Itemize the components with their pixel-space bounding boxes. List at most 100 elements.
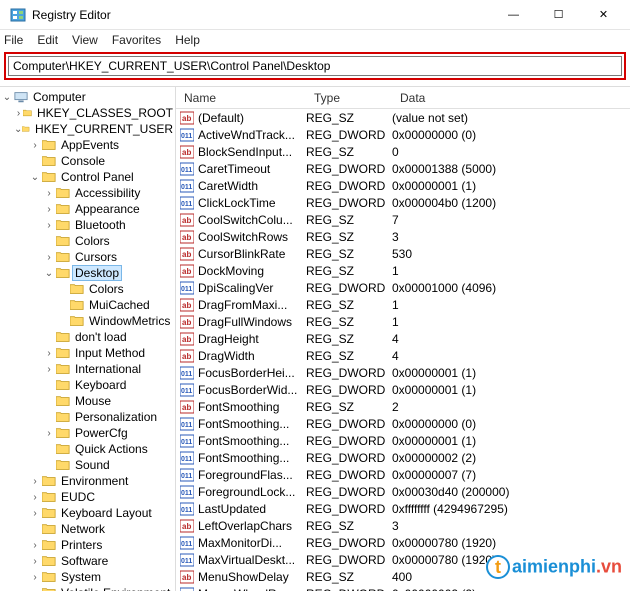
col-data[interactable]: Data xyxy=(392,89,630,107)
expand-toggle[interactable]: › xyxy=(28,140,42,151)
tree-node[interactable]: Colors xyxy=(0,233,175,249)
value-row[interactable]: abDragFromMaxi...REG_SZ1 xyxy=(176,296,630,313)
address-bar[interactable]: Computer\HKEY_CURRENT_USER\Control Panel… xyxy=(8,56,622,76)
value-row[interactable]: 011ActiveWndTrack...REG_DWORD0x00000000 … xyxy=(176,126,630,143)
value-row[interactable]: 011CaretTimeoutREG_DWORD0x00001388 (5000… xyxy=(176,160,630,177)
tree-node[interactable]: ›Input Method xyxy=(0,345,175,361)
tree-node[interactable]: ›AppEvents xyxy=(0,137,175,153)
tree-node[interactable]: Quick Actions xyxy=(0,441,175,457)
value-row[interactable]: 011FocusBorderHei...REG_DWORD0x00000001 … xyxy=(176,364,630,381)
registry-tree[interactable]: ⌄Computer›HKEY_CLASSES_ROOT⌄HKEY_CURRENT… xyxy=(0,87,176,591)
tree-node[interactable]: ›Bluetooth xyxy=(0,217,175,233)
value-row[interactable]: 011DpiScalingVerREG_DWORD0x00001000 (409… xyxy=(176,279,630,296)
value-type: REG_SZ xyxy=(306,315,392,329)
tree-node[interactable]: WindowMetrics xyxy=(0,313,175,329)
tree-node[interactable]: Personalization xyxy=(0,409,175,425)
tree-node[interactable]: ›Environment xyxy=(0,473,175,489)
value-row[interactable]: abDragHeightREG_SZ4 xyxy=(176,330,630,347)
tree-node[interactable]: ›Appearance xyxy=(0,201,175,217)
folder-icon xyxy=(56,203,70,215)
expand-toggle[interactable]: › xyxy=(42,188,56,199)
tree-node[interactable]: Mouse xyxy=(0,393,175,409)
tree-node[interactable]: ⌄HKEY_CURRENT_USER xyxy=(0,121,175,137)
expand-toggle[interactable]: › xyxy=(42,428,56,439)
tree-node[interactable]: ›Cursors xyxy=(0,249,175,265)
value-row[interactable]: abDragWidthREG_SZ4 xyxy=(176,347,630,364)
expand-toggle[interactable]: › xyxy=(42,364,56,375)
tree-node[interactable]: ›Accessibility xyxy=(0,185,175,201)
value-row[interactable]: abBlockSendInput...REG_SZ0 xyxy=(176,143,630,160)
tree-node[interactable]: MuiCached xyxy=(0,297,175,313)
tree-node[interactable]: ›EUDC xyxy=(0,489,175,505)
close-button[interactable]: ✕ xyxy=(581,1,626,29)
value-row[interactable]: 011CaretWidthREG_DWORD0x00000001 (1) xyxy=(176,177,630,194)
value-row[interactable]: abFontSmoothingREG_SZ2 xyxy=(176,398,630,415)
tree-node[interactable]: ›PowerCfg xyxy=(0,425,175,441)
expand-toggle[interactable]: › xyxy=(42,220,56,231)
expand-toggle[interactable]: ⌄ xyxy=(28,172,42,183)
menu-edit[interactable]: Edit xyxy=(37,33,58,47)
expand-toggle[interactable]: ⌄ xyxy=(14,124,22,135)
expand-toggle[interactable]: › xyxy=(28,572,42,583)
folder-icon xyxy=(42,571,56,583)
menu-help[interactable]: Help xyxy=(175,33,200,47)
expand-toggle[interactable]: › xyxy=(28,508,42,519)
value-row[interactable]: 011ForegroundLock...REG_DWORD0x00030d40 … xyxy=(176,483,630,500)
tree-node[interactable]: don't load xyxy=(0,329,175,345)
value-row[interactable]: 011ClickLockTimeREG_DWORD0x000004b0 (120… xyxy=(176,194,630,211)
value-row[interactable]: 011FontSmoothing...REG_DWORD0x00000002 (… xyxy=(176,449,630,466)
tree-node[interactable]: ⌄Computer xyxy=(0,89,175,105)
tree-node[interactable]: Volatile Environment xyxy=(0,585,175,591)
value-row[interactable]: abDragFullWindowsREG_SZ1 xyxy=(176,313,630,330)
value-row[interactable]: 011MaxMonitorDi...REG_DWORD0x00000780 (1… xyxy=(176,534,630,551)
binary-value-icon: 011 xyxy=(180,366,194,380)
expand-toggle[interactable]: › xyxy=(14,108,23,119)
values-list[interactable]: Name Type Data ab(Default)REG_SZ(value n… xyxy=(176,87,630,591)
tree-node[interactable]: Sound xyxy=(0,457,175,473)
maximize-button[interactable]: ☐ xyxy=(536,1,581,29)
value-row[interactable]: abCursorBlinkRateREG_SZ530 xyxy=(176,245,630,262)
expand-toggle[interactable]: › xyxy=(42,204,56,215)
expand-toggle[interactable]: › xyxy=(28,556,42,567)
value-row[interactable]: abLeftOverlapCharsREG_SZ3 xyxy=(176,517,630,534)
tree-node[interactable]: ⌄Control Panel xyxy=(0,169,175,185)
tree-node[interactable]: ⌄Desktop xyxy=(0,265,175,281)
expand-toggle[interactable]: ⌄ xyxy=(42,268,56,279)
value-row[interactable]: abCoolSwitchColu...REG_SZ7 xyxy=(176,211,630,228)
menu-favorites[interactable]: Favorites xyxy=(112,33,161,47)
menu-file[interactable]: File xyxy=(4,33,23,47)
tree-node[interactable]: Console xyxy=(0,153,175,169)
tree-node[interactable]: Keyboard xyxy=(0,377,175,393)
value-row[interactable]: 011FontSmoothing...REG_DWORD0x00000001 (… xyxy=(176,432,630,449)
value-name: CaretWidth xyxy=(198,179,258,193)
tree-node[interactable]: ›Printers xyxy=(0,537,175,553)
expand-toggle[interactable]: › xyxy=(28,492,42,503)
value-row[interactable]: 011LastUpdatedREG_DWORD0xffffffff (42949… xyxy=(176,500,630,517)
expand-toggle[interactable]: › xyxy=(42,252,56,263)
expand-toggle[interactable]: › xyxy=(28,540,42,551)
value-row[interactable]: 011FontSmoothing...REG_DWORD0x00000000 (… xyxy=(176,415,630,432)
tree-node[interactable]: ›International xyxy=(0,361,175,377)
value-row[interactable]: 011FocusBorderWid...REG_DWORD0x00000001 … xyxy=(176,381,630,398)
value-row[interactable]: ab(Default)REG_SZ(value not set) xyxy=(176,109,630,126)
value-row[interactable]: abCoolSwitchRowsREG_SZ3 xyxy=(176,228,630,245)
menu-view[interactable]: View xyxy=(72,33,98,47)
expand-toggle[interactable]: ⌄ xyxy=(0,92,14,103)
col-type[interactable]: Type xyxy=(306,89,392,107)
svg-text:011: 011 xyxy=(181,371,192,378)
tree-node[interactable]: ›System xyxy=(0,569,175,585)
tree-node[interactable]: Colors xyxy=(0,281,175,297)
tree-node[interactable]: ›HKEY_CLASSES_ROOT xyxy=(0,105,175,121)
tree-node[interactable]: ›Software xyxy=(0,553,175,569)
expand-toggle[interactable]: › xyxy=(28,476,42,487)
value-row[interactable]: 011MouseWheelRo...REG_DWORD0x00000002 (2… xyxy=(176,585,630,591)
col-name[interactable]: Name xyxy=(176,89,306,107)
folder-icon xyxy=(42,171,56,183)
minimize-button[interactable]: — xyxy=(491,1,536,29)
expand-toggle[interactable]: › xyxy=(42,348,56,359)
tree-node[interactable]: Network xyxy=(0,521,175,537)
value-row[interactable]: 011ForegroundFlas...REG_DWORD0x00000007 … xyxy=(176,466,630,483)
value-row[interactable]: abDockMovingREG_SZ1 xyxy=(176,262,630,279)
value-name: FocusBorderHei... xyxy=(198,366,295,380)
tree-node[interactable]: ›Keyboard Layout xyxy=(0,505,175,521)
